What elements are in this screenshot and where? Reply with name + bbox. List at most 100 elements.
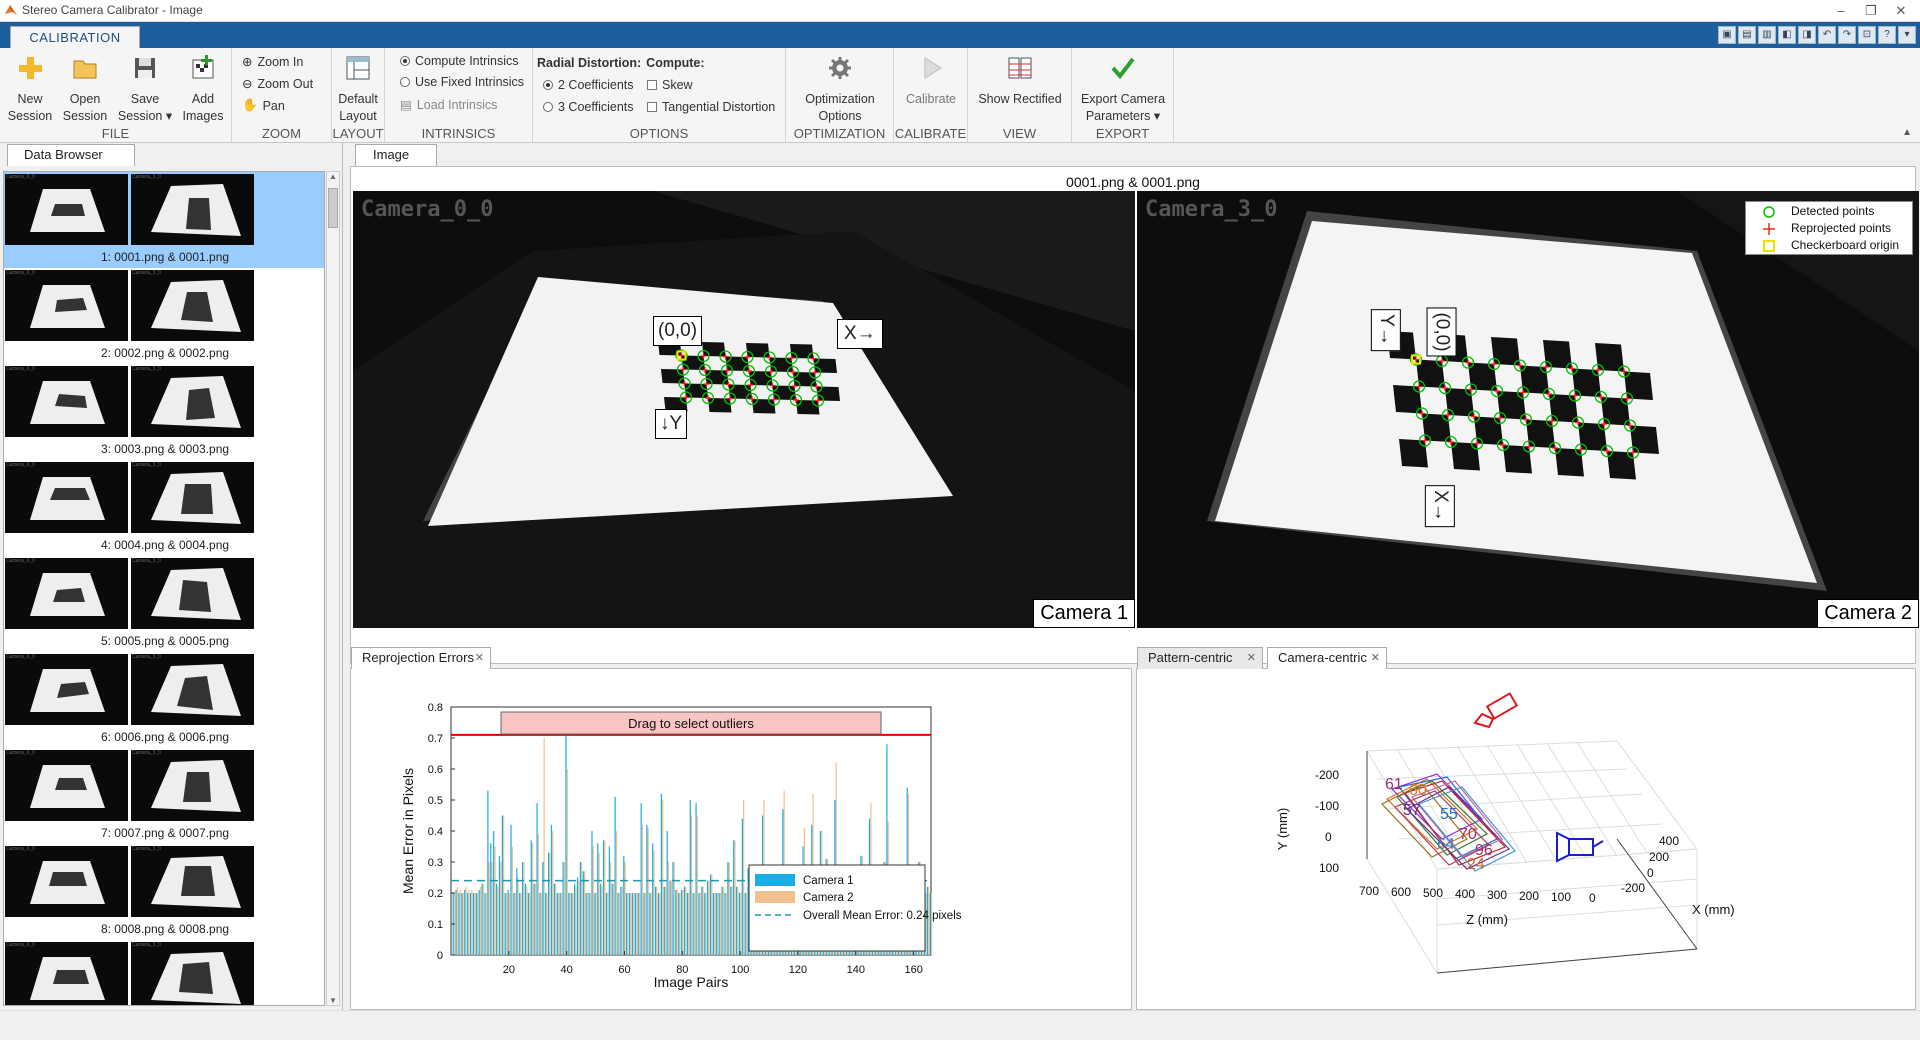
camera1-bar[interactable] <box>467 893 469 955</box>
close-button[interactable]: ✕ <box>1886 2 1916 20</box>
camera2-bar[interactable] <box>638 893 641 955</box>
camera1-bar[interactable] <box>608 846 610 956</box>
camera1-bar[interactable] <box>709 874 712 955</box>
camera1-bar[interactable] <box>628 893 631 955</box>
camera2-bar[interactable] <box>722 886 725 955</box>
camera1-bar[interactable] <box>721 886 723 955</box>
camera2-bar[interactable] <box>497 886 499 955</box>
open-session-button[interactable]: Open Session <box>60 54 110 125</box>
camera2-bar[interactable] <box>569 893 571 955</box>
camera1-bar[interactable] <box>695 803 697 955</box>
camera2-bar[interactable] <box>523 862 525 955</box>
camera2-bar[interactable] <box>667 862 670 955</box>
camera1-bar[interactable] <box>701 886 703 955</box>
camera1-bar[interactable] <box>548 852 550 955</box>
extrinsics-3d-plot[interactable]: -200 -100 0 100 700 600 500 400 300 200 … <box>1137 669 1915 1009</box>
list-item[interactable]: Camera_0_0 Camera_3_0 8: 0008.png & 0008… <box>4 844 324 940</box>
tab-data-browser[interactable]: Data Browser <box>7 144 135 166</box>
skew-checkbox[interactable]: Skew <box>647 78 693 92</box>
camera2-bar[interactable] <box>647 827 649 955</box>
camera1-bar[interactable] <box>715 893 717 955</box>
camera2-bar[interactable] <box>543 738 545 955</box>
camera1-bar[interactable] <box>501 815 503 956</box>
camera1-bar[interactable] <box>490 843 492 955</box>
camera2-image[interactable]: Camera_3_0 (0,0) X→ Y→ Detected points R… <box>1137 191 1919 628</box>
camera2-bar[interactable] <box>693 893 696 955</box>
camera2-bar[interactable] <box>555 883 557 955</box>
camera1-bar[interactable] <box>605 893 608 955</box>
show-rectified-button[interactable]: Show Rectified <box>970 54 1070 108</box>
camera1-bar[interactable] <box>562 862 564 955</box>
camera2-bar[interactable] <box>459 889 461 955</box>
camera1-bar[interactable] <box>666 831 668 955</box>
camera1-bar[interactable] <box>637 893 639 955</box>
camera2-bar[interactable] <box>468 889 470 955</box>
camera1-bar[interactable] <box>495 883 498 955</box>
camera2-bar[interactable] <box>456 886 458 955</box>
tab-camera-centric[interactable]: Camera-centric ✕ <box>1267 647 1387 669</box>
zoom-out-button[interactable]: ⊖ Zoom Out <box>242 76 313 92</box>
camera2-bar[interactable] <box>474 893 476 955</box>
camera1-bar[interactable] <box>602 840 605 955</box>
camera1-bar[interactable] <box>634 893 636 955</box>
tab-reprojection-errors[interactable]: Reprojection Errors ✕ <box>351 647 491 669</box>
list-item[interactable]: Camera_0_0 Camera_3_0 6: 0006.png & 0006… <box>4 652 324 748</box>
camera1-bar[interactable] <box>464 889 466 955</box>
camera1-bar[interactable] <box>735 886 738 955</box>
camera2-bar[interactable] <box>479 886 482 955</box>
camera2-bar[interactable] <box>630 893 632 955</box>
camera1-bar[interactable] <box>643 893 645 955</box>
camera1-bar[interactable] <box>588 893 590 955</box>
camera1-bar[interactable] <box>498 855 501 955</box>
camera2-bar[interactable] <box>644 893 646 955</box>
camera2-bar[interactable] <box>743 800 745 955</box>
camera2-bar[interactable] <box>607 893 609 955</box>
camera2-bar[interactable] <box>572 893 574 955</box>
camera2-bar[interactable] <box>520 893 522 955</box>
camera2-bar[interactable] <box>465 886 467 955</box>
camera2-bar[interactable] <box>612 883 615 955</box>
camera1-bar[interactable] <box>533 883 535 955</box>
camera1-bar[interactable] <box>669 880 671 955</box>
camera1-bar[interactable] <box>718 893 720 955</box>
camera1-bar[interactable] <box>672 862 674 955</box>
scroll-down-icon[interactable]: ▼ <box>327 996 339 1005</box>
close-tab-icon[interactable]: ✕ <box>1247 648 1256 668</box>
camera2-bar[interactable] <box>621 886 623 955</box>
camera2-bar[interactable] <box>734 840 736 955</box>
camera2-bar[interactable] <box>488 862 490 955</box>
camera2-bar[interactable] <box>740 893 742 955</box>
collapse-ribbon-icon[interactable]: ▲ <box>1902 127 1912 138</box>
camera1-bar[interactable] <box>594 893 596 955</box>
camera1-bar[interactable] <box>493 831 495 955</box>
close-tab-icon[interactable]: ✕ <box>1371 648 1380 668</box>
camera2-bar[interactable] <box>514 893 516 955</box>
three-coefficients-radio[interactable]: 3 Coefficients <box>543 100 634 114</box>
camera2-bar[interactable] <box>679 893 681 955</box>
qat-menu-icon[interactable]: ▾ <box>1898 26 1916 44</box>
camera2-bar[interactable] <box>662 800 664 955</box>
camera2-bar[interactable] <box>714 893 716 955</box>
camera2-bar[interactable] <box>719 893 722 955</box>
camera2-bar[interactable] <box>482 883 485 955</box>
camera1-bar[interactable] <box>631 893 634 955</box>
camera2-bar[interactable] <box>531 843 534 955</box>
camera1-bar[interactable] <box>733 840 735 955</box>
camera1-bar[interactable] <box>568 893 570 955</box>
camera2-bar[interactable] <box>589 893 592 955</box>
camera2-bar[interactable] <box>725 893 727 955</box>
minimize-button[interactable]: – <box>1826 2 1856 20</box>
qat-window-icon[interactable]: ⊡ <box>1858 26 1876 44</box>
scrollbar-thumb[interactable] <box>328 188 338 228</box>
camera2-bar[interactable] <box>717 893 719 955</box>
camera1-bar[interactable] <box>550 824 553 955</box>
camera1-bar[interactable] <box>692 893 694 955</box>
camera1-bar[interactable] <box>513 893 515 955</box>
tangential-checkbox[interactable]: Tangential Distortion <box>647 100 775 114</box>
camera2-bar[interactable] <box>659 893 661 955</box>
camera2-bar[interactable] <box>745 893 748 955</box>
camera1-bar[interactable] <box>530 840 532 955</box>
maximize-button[interactable]: ❐ <box>1856 2 1886 20</box>
camera1-bar[interactable] <box>475 893 477 955</box>
close-tab-icon[interactable]: ✕ <box>475 648 484 668</box>
